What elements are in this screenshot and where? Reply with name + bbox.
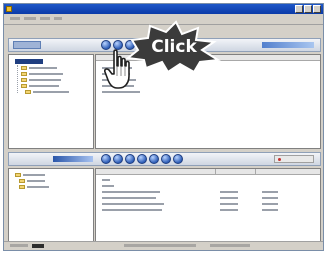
column-header[interactable]	[96, 169, 216, 175]
tree-item-label[interactable]	[29, 67, 57, 69]
cell-value	[262, 191, 278, 193]
cell-value	[220, 203, 238, 205]
transfer-button-4[interactable]	[137, 154, 147, 164]
list-item[interactable]	[102, 179, 110, 181]
transfer-button-6[interactable]	[161, 154, 171, 164]
cell-value	[262, 209, 278, 211]
column-header[interactable]	[216, 169, 256, 175]
transfer-button-3[interactable]	[125, 154, 135, 164]
tree-folder-icon	[19, 185, 25, 189]
tree-item-label[interactable]	[29, 79, 61, 81]
list-item[interactable]	[102, 191, 160, 193]
callout-label: Click	[151, 37, 197, 57]
device-tree-panel	[8, 54, 94, 149]
minimize-icon[interactable]	[295, 5, 303, 13]
transfer-button-1[interactable]	[101, 154, 111, 164]
tree-folder-icon	[15, 173, 21, 177]
title-bar	[4, 4, 323, 14]
menu-item-1[interactable]	[10, 17, 20, 20]
tree-folder-icon	[21, 72, 27, 76]
status-cell	[210, 244, 250, 247]
explorer-logo	[53, 156, 93, 162]
brand-logo	[262, 42, 314, 48]
transfer-button-7[interactable]	[173, 154, 183, 164]
column-header[interactable]	[256, 169, 320, 175]
screenshot-frame: Click	[0, 0, 327, 254]
app-icon	[6, 6, 12, 12]
menu-item-4[interactable]	[54, 17, 62, 20]
action-button[interactable]	[274, 155, 314, 163]
status-bar	[4, 241, 323, 250]
close-icon[interactable]	[313, 5, 321, 13]
tree-item-label[interactable]	[29, 73, 63, 75]
cell-value	[220, 191, 238, 193]
transfer-button-2[interactable]	[113, 154, 123, 164]
cell-value	[262, 197, 278, 199]
list-item[interactable]	[102, 203, 164, 205]
tree-item-label[interactable]	[29, 85, 59, 87]
status-cell	[124, 244, 196, 247]
menu-item-3[interactable]	[40, 17, 50, 20]
cell-value	[220, 209, 238, 211]
tree-folder-icon	[21, 78, 27, 82]
tree-item-label[interactable]	[27, 180, 45, 182]
tree-folder-icon	[19, 179, 25, 183]
maximize-icon[interactable]	[304, 5, 312, 13]
tree-folder-icon	[25, 90, 31, 94]
cell-value	[262, 203, 278, 205]
hand-pointer-icon	[104, 49, 130, 89]
list-item[interactable]	[102, 197, 156, 199]
status-cell	[10, 244, 28, 247]
list-item[interactable]	[102, 209, 162, 211]
transfer-button-5[interactable]	[149, 154, 159, 164]
pc-file-panel	[95, 168, 321, 246]
tree-item-label[interactable]	[27, 186, 49, 188]
cell-value	[220, 197, 238, 199]
menu-item-2[interactable]	[24, 17, 36, 20]
tree-item-selected[interactable]	[15, 59, 43, 64]
list-item[interactable]	[102, 185, 114, 187]
pc-tree-panel	[8, 168, 94, 246]
device-selector[interactable]	[13, 41, 41, 49]
tree-item-label[interactable]	[23, 174, 45, 176]
tree-item-label[interactable]	[33, 91, 69, 93]
tree-folder-icon	[21, 66, 27, 70]
lower-toolbar	[8, 152, 321, 166]
status-indicator	[32, 244, 44, 248]
click-callout: Click	[125, 20, 221, 74]
tree-folder-icon	[21, 84, 27, 88]
